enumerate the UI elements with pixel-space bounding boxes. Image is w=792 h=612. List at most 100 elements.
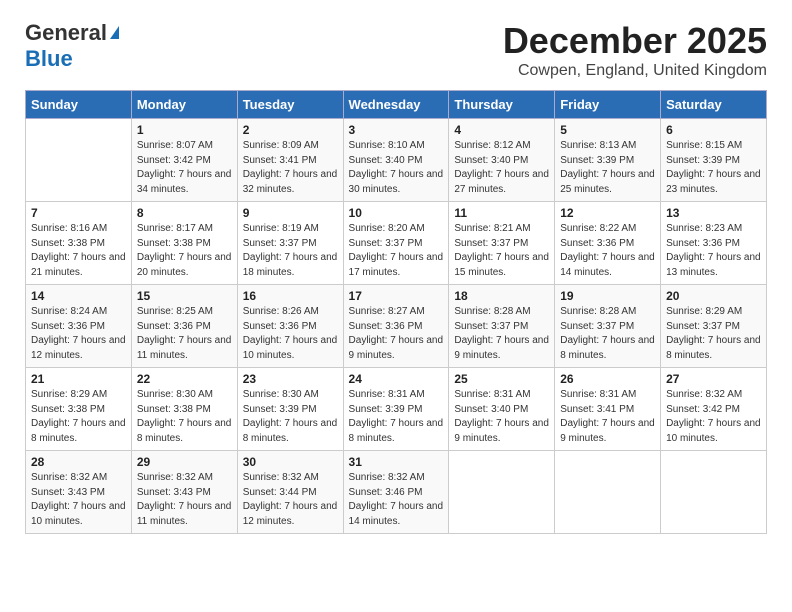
logo-text-blue: Blue [25, 46, 73, 72]
day-content: Sunrise: 8:27 AM Sunset: 3:36 PM Dayligh… [349, 305, 444, 363]
logo-icon [110, 26, 119, 39]
calendar-cell [661, 451, 767, 534]
calendar-cell: 1 Sunrise: 8:07 AM Sunset: 3:42 PM Daylig… [131, 119, 237, 202]
header: General Blue December 2025 Cowpen, Engla… [25, 20, 767, 80]
calendar-cell: 27 Sunrise: 8:32 AM Sunset: 3:42 PM Dayli… [661, 368, 767, 451]
calendar-cell: 31 Sunrise: 8:32 AM Sunset: 3:46 PM Dayli… [343, 451, 449, 534]
day-number: 8 [137, 206, 232, 220]
day-number: 10 [349, 206, 444, 220]
day-number: 12 [560, 206, 655, 220]
calendar-cell: 6 Sunrise: 8:15 AM Sunset: 3:39 PM Daylig… [661, 119, 767, 202]
day-content: Sunrise: 8:12 AM Sunset: 3:40 PM Dayligh… [454, 139, 549, 197]
calendar-cell: 22 Sunrise: 8:30 AM Sunset: 3:38 PM Dayli… [131, 368, 237, 451]
day-number: 22 [137, 372, 232, 386]
calendar-cell: 15Sunrise: 8:25 AM Sunset: 3:36 PM Dayli… [131, 285, 237, 368]
calendar-week-row: 14Sunrise: 8:24 AM Sunset: 3:36 PM Dayli… [26, 285, 767, 368]
calendar-week-row: 21 Sunrise: 8:29 AM Sunset: 3:38 PM Dayli… [26, 368, 767, 451]
day-content: Sunrise: 8:31 AM Sunset: 3:39 PM Dayligh… [349, 388, 444, 446]
calendar-cell: 24 Sunrise: 8:31 AM Sunset: 3:39 PM Dayli… [343, 368, 449, 451]
day-number: 7 [31, 206, 126, 220]
day-content: Sunrise: 8:21 AM Sunset: 3:37 PM Dayligh… [454, 222, 549, 280]
day-number: 27 [666, 372, 761, 386]
calendar-cell [555, 451, 661, 534]
day-content: Sunrise: 8:09 AM Sunset: 3:41 PM Dayligh… [243, 139, 338, 197]
day-number: 26 [560, 372, 655, 386]
day-number: 11 [454, 206, 549, 220]
day-content: Sunrise: 8:32 AM Sunset: 3:43 PM Dayligh… [137, 471, 232, 529]
calendar-week-row: 1 Sunrise: 8:07 AM Sunset: 3:42 PM Daylig… [26, 119, 767, 202]
calendar-body: 1 Sunrise: 8:07 AM Sunset: 3:42 PM Daylig… [26, 119, 767, 534]
calendar-cell: 20Sunrise: 8:29 AM Sunset: 3:37 PM Dayli… [661, 285, 767, 368]
calendar-cell: 9 Sunrise: 8:19 AM Sunset: 3:37 PM Daylig… [237, 202, 343, 285]
day-content: Sunrise: 8:15 AM Sunset: 3:39 PM Dayligh… [666, 139, 761, 197]
calendar-cell: 10Sunrise: 8:20 AM Sunset: 3:37 PM Dayli… [343, 202, 449, 285]
calendar-week-row: 28 Sunrise: 8:32 AM Sunset: 3:43 PM Dayli… [26, 451, 767, 534]
logo-text-general: General [25, 20, 107, 46]
day-of-week-header: Wednesday [343, 91, 449, 119]
day-number: 30 [243, 455, 338, 469]
day-content: Sunrise: 8:13 AM Sunset: 3:39 PM Dayligh… [560, 139, 655, 197]
calendar-cell: 5 Sunrise: 8:13 AM Sunset: 3:39 PM Daylig… [555, 119, 661, 202]
day-content: Sunrise: 8:10 AM Sunset: 3:40 PM Dayligh… [349, 139, 444, 197]
day-content: Sunrise: 8:07 AM Sunset: 3:42 PM Dayligh… [137, 139, 232, 197]
day-number: 3 [349, 123, 444, 137]
calendar-cell: 16 Sunrise: 8:26 AM Sunset: 3:36 PM Dayli… [237, 285, 343, 368]
day-number: 18 [454, 289, 549, 303]
day-number: 25 [454, 372, 549, 386]
title-area: December 2025 Cowpen, England, United Ki… [503, 20, 767, 80]
day-content: Sunrise: 8:26 AM Sunset: 3:36 PM Dayligh… [243, 305, 338, 363]
day-number: 6 [666, 123, 761, 137]
calendar-cell: 18 Sunrise: 8:28 AM Sunset: 3:37 PM Dayli… [449, 285, 555, 368]
day-number: 23 [243, 372, 338, 386]
day-content: Sunrise: 8:29 AM Sunset: 3:38 PM Dayligh… [31, 388, 126, 446]
day-of-week-header: Thursday [449, 91, 555, 119]
day-number: 16 [243, 289, 338, 303]
calendar-cell: 23Sunrise: 8:30 AM Sunset: 3:39 PM Dayli… [237, 368, 343, 451]
calendar-cell: 19Sunrise: 8:28 AM Sunset: 3:37 PM Dayli… [555, 285, 661, 368]
calendar-cell: 12 Sunrise: 8:22 AM Sunset: 3:36 PM Dayli… [555, 202, 661, 285]
day-number: 5 [560, 123, 655, 137]
day-content: Sunrise: 8:32 AM Sunset: 3:44 PM Dayligh… [243, 471, 338, 529]
calendar-cell: 4 Sunrise: 8:12 AM Sunset: 3:40 PM Daylig… [449, 119, 555, 202]
calendar-cell: 3 Sunrise: 8:10 AM Sunset: 3:40 PM Daylig… [343, 119, 449, 202]
calendar-cell: 28 Sunrise: 8:32 AM Sunset: 3:43 PM Dayli… [26, 451, 132, 534]
day-content: Sunrise: 8:28 AM Sunset: 3:37 PM Dayligh… [454, 305, 549, 363]
calendar-cell: 30 Sunrise: 8:32 AM Sunset: 3:44 PM Dayli… [237, 451, 343, 534]
day-content: Sunrise: 8:19 AM Sunset: 3:37 PM Dayligh… [243, 222, 338, 280]
day-content: Sunrise: 8:30 AM Sunset: 3:38 PM Dayligh… [137, 388, 232, 446]
location: Cowpen, England, United Kingdom [503, 62, 767, 80]
calendar-cell [26, 119, 132, 202]
day-number: 24 [349, 372, 444, 386]
calendar-header-row: SundayMondayTuesdayWednesdayThursdayFrid… [26, 91, 767, 119]
calendar-cell: 29Sunrise: 8:32 AM Sunset: 3:43 PM Dayli… [131, 451, 237, 534]
day-of-week-header: Tuesday [237, 91, 343, 119]
day-number: 20 [666, 289, 761, 303]
day-content: Sunrise: 8:16 AM Sunset: 3:38 PM Dayligh… [31, 222, 126, 280]
day-content: Sunrise: 8:23 AM Sunset: 3:36 PM Dayligh… [666, 222, 761, 280]
calendar-cell: 21 Sunrise: 8:29 AM Sunset: 3:38 PM Dayli… [26, 368, 132, 451]
calendar-week-row: 7 Sunrise: 8:16 AM Sunset: 3:38 PM Daylig… [26, 202, 767, 285]
day-content: Sunrise: 8:32 AM Sunset: 3:43 PM Dayligh… [31, 471, 126, 529]
day-number: 2 [243, 123, 338, 137]
day-content: Sunrise: 8:28 AM Sunset: 3:37 PM Dayligh… [560, 305, 655, 363]
month-title: December 2025 [503, 20, 767, 62]
day-number: 4 [454, 123, 549, 137]
day-content: Sunrise: 8:32 AM Sunset: 3:42 PM Dayligh… [666, 388, 761, 446]
calendar-cell: 7 Sunrise: 8:16 AM Sunset: 3:38 PM Daylig… [26, 202, 132, 285]
day-of-week-header: Friday [555, 91, 661, 119]
day-of-week-header: Monday [131, 91, 237, 119]
calendar-cell: 11 Sunrise: 8:21 AM Sunset: 3:37 PM Dayli… [449, 202, 555, 285]
calendar-table: SundayMondayTuesdayWednesdayThursdayFrid… [25, 90, 767, 534]
day-number: 1 [137, 123, 232, 137]
day-number: 28 [31, 455, 126, 469]
day-content: Sunrise: 8:17 AM Sunset: 3:38 PM Dayligh… [137, 222, 232, 280]
day-content: Sunrise: 8:22 AM Sunset: 3:36 PM Dayligh… [560, 222, 655, 280]
day-number: 31 [349, 455, 444, 469]
day-number: 15 [137, 289, 232, 303]
day-number: 9 [243, 206, 338, 220]
day-content: Sunrise: 8:32 AM Sunset: 3:46 PM Dayligh… [349, 471, 444, 529]
calendar-cell: 13Sunrise: 8:23 AM Sunset: 3:36 PM Dayli… [661, 202, 767, 285]
calendar-cell: 17Sunrise: 8:27 AM Sunset: 3:36 PM Dayli… [343, 285, 449, 368]
day-number: 14 [31, 289, 126, 303]
day-number: 21 [31, 372, 126, 386]
